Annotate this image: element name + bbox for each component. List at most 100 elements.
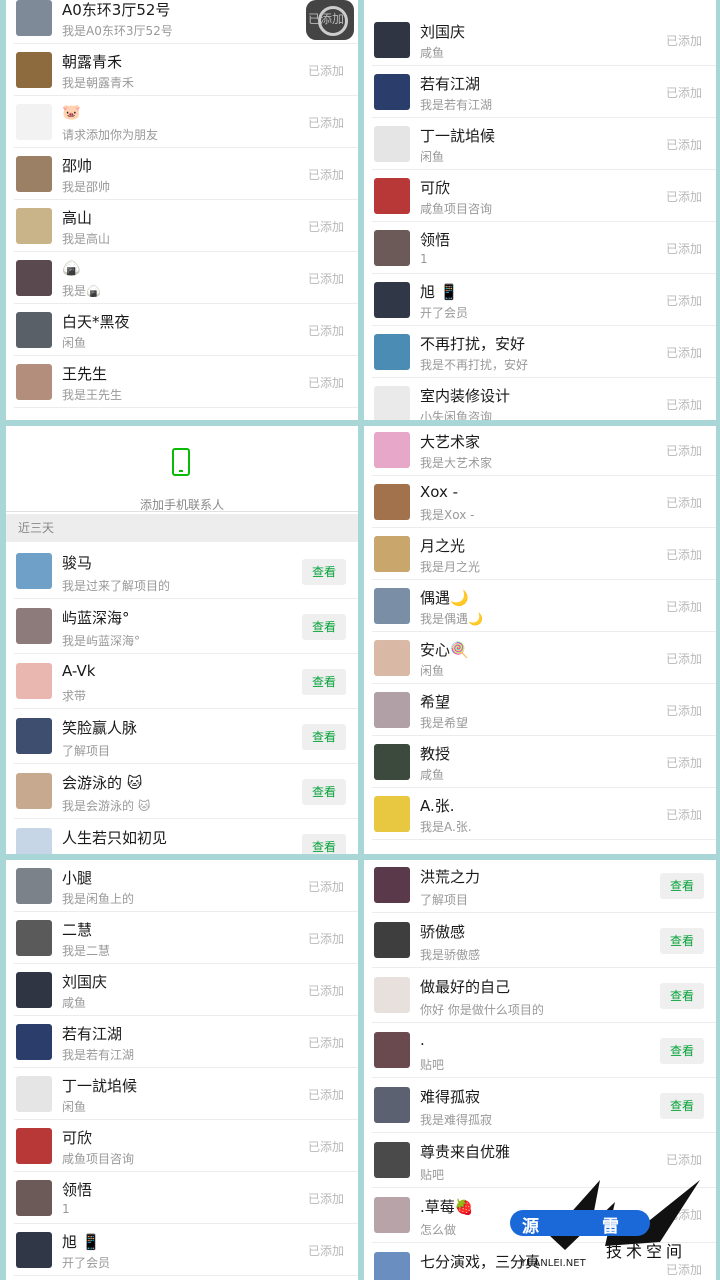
contact-row[interactable]: 屿蓝深海° 我是屿蓝深海° 查看 (6, 599, 358, 654)
avatar[interactable] (16, 718, 52, 754)
avatar[interactable] (16, 553, 52, 589)
contact-row[interactable]: 旭 📱 开了会员 已添加 (364, 274, 716, 326)
avatar[interactable] (374, 484, 410, 520)
contact-row[interactable]: 旭 📱 开了会员 已添加 (6, 1224, 358, 1276)
contact-row[interactable]: 若有江湖 我是若有江湖 已添加 (6, 1016, 358, 1068)
contact-row[interactable]: 会游泳的 🐱 我是会游泳的 🐱 查看 (6, 764, 358, 819)
avatar[interactable] (16, 104, 52, 140)
avatar[interactable] (16, 868, 52, 904)
contact-row[interactable]: 二慧 我是二慧 已添加 (6, 912, 358, 964)
contact-row[interactable]: A-Vk 求带 查看 (6, 654, 358, 709)
view-button[interactable]: 查看 (660, 983, 704, 1009)
view-button[interactable]: 查看 (302, 669, 346, 695)
contact-row[interactable]: 刘国庆 咸鱼 已添加 (6, 964, 358, 1016)
avatar[interactable] (374, 867, 410, 903)
avatar[interactable] (374, 334, 410, 370)
contact-row[interactable]: 高山 我是高山 已添加 (6, 200, 358, 252)
avatar[interactable] (16, 312, 52, 348)
avatar[interactable] (374, 386, 410, 420)
contact-row[interactable]: 小腿 我是闲鱼上的 已添加 (6, 860, 358, 912)
avatar[interactable] (374, 692, 410, 728)
avatar[interactable] (16, 1128, 52, 1164)
contact-row[interactable]: 人生若只如初见 查看 (6, 819, 358, 854)
avatar[interactable] (374, 796, 410, 832)
avatar[interactable] (374, 22, 410, 58)
avatar[interactable] (374, 230, 410, 266)
view-button[interactable]: 查看 (660, 928, 704, 954)
avatar[interactable] (374, 536, 410, 572)
contact-row[interactable]: 室内装修设计 小失闲鱼咨询 已添加 (364, 378, 716, 420)
contact-row[interactable]: A0东环3厅52号 我是A0东环3厅52号 已添加 (6, 0, 358, 44)
contact-row[interactable]: . 贴吧 查看 (364, 1023, 716, 1078)
avatar[interactable] (374, 126, 410, 162)
contact-row[interactable]: 月之光 我是月之光 已添加 (364, 528, 716, 580)
contact-row[interactable]: 🍙 我是🍙 已添加 (6, 252, 358, 304)
contact-row[interactable]: Xox - 我是Xox - 已添加 (364, 476, 716, 528)
avatar[interactable] (16, 156, 52, 192)
view-button[interactable]: 查看 (302, 779, 346, 805)
avatar[interactable] (374, 977, 410, 1013)
contact-row[interactable]: 可欣 咸鱼项目咨询 已添加 (6, 1120, 358, 1172)
contact-row[interactable]: 不再打扰，安好 我是不再打扰，安好 已添加 (364, 326, 716, 378)
avatar[interactable] (374, 1252, 410, 1280)
avatar[interactable] (16, 663, 52, 699)
view-button[interactable]: 查看 (302, 724, 346, 750)
contact-row[interactable]: 大艺术家 我是大艺术家 已添加 (364, 426, 716, 476)
avatar[interactable] (374, 74, 410, 110)
avatar[interactable] (16, 208, 52, 244)
contact-row[interactable]: 骄傲感 我是骄傲感 查看 (364, 913, 716, 968)
contact-row[interactable]: 偶遇🌙 我是偶遇🌙 已添加 (364, 580, 716, 632)
avatar[interactable] (16, 364, 52, 400)
contact-row[interactable]: 朝露青禾 我是朝露青禾 已添加 (6, 44, 358, 96)
contact-row[interactable]: 教授 咸鱼 已添加 (364, 736, 716, 788)
contact-row[interactable]: 骏马 我是过来了解项目的 查看 (6, 544, 358, 599)
avatar[interactable] (374, 178, 410, 214)
contact-row[interactable]: 做最好的自己 你好 你是做什么项目的 查看 (364, 968, 716, 1023)
avatar[interactable] (16, 0, 52, 36)
view-button[interactable]: 查看 (660, 1093, 704, 1119)
view-button[interactable]: 查看 (302, 834, 346, 854)
avatar[interactable] (16, 52, 52, 88)
avatar[interactable] (374, 1087, 410, 1123)
avatar[interactable] (16, 920, 52, 956)
contact-row[interactable]: 希望 我是希望 已添加 (364, 684, 716, 736)
contact-row[interactable]: 领悟 1 已添加 (6, 1172, 358, 1224)
avatar[interactable] (16, 972, 52, 1008)
avatar[interactable] (374, 1197, 410, 1233)
avatar[interactable] (374, 922, 410, 958)
avatar[interactable] (16, 1076, 52, 1112)
contact-row[interactable]: 领悟 1 已添加 (364, 222, 716, 274)
view-button[interactable]: 查看 (660, 873, 704, 899)
avatar[interactable] (16, 828, 52, 854)
avatar[interactable] (374, 1142, 410, 1178)
contact-row[interactable]: 🐷 请求添加你为朋友 已添加 (6, 96, 358, 148)
avatar[interactable] (16, 773, 52, 809)
contact-row[interactable]: 邵帅 我是邵帅 已添加 (6, 148, 358, 200)
avatar[interactable] (16, 260, 52, 296)
avatar[interactable] (16, 1232, 52, 1268)
contact-row[interactable]: 王先生 我是王先生 已添加 (6, 356, 358, 408)
view-button[interactable]: 查看 (660, 1038, 704, 1064)
contact-row[interactable]: 丁一訧垖候 闲鱼 已添加 (364, 118, 716, 170)
contact-row[interactable]: 白天*黑夜 闲鱼 已添加 (6, 304, 358, 356)
contact-row[interactable]: 洪荒之力 了解项目 查看 (364, 860, 716, 913)
avatar[interactable] (16, 1024, 52, 1060)
avatar[interactable] (374, 640, 410, 676)
avatar[interactable] (374, 432, 410, 468)
avatar[interactable] (374, 588, 410, 624)
contact-row[interactable]: 若有江湖 我是若有江湖 已添加 (364, 66, 716, 118)
contact-row[interactable]: 丁一訧垖候 闲鱼 已添加 (6, 1068, 358, 1120)
contact-row[interactable]: 难得孤寂 我是难得孤寂 查看 (364, 1078, 716, 1133)
contact-row[interactable]: 安心🍭 闲鱼 已添加 (364, 632, 716, 684)
add-phone-contacts-button[interactable]: 添加手机联系人 (6, 436, 358, 512)
contact-row[interactable]: 刘国庆 咸鱼 已添加 (364, 14, 716, 66)
contact-row[interactable]: A.张. 我是A.张. 已添加 (364, 788, 716, 840)
view-button[interactable]: 查看 (302, 559, 346, 585)
avatar[interactable] (374, 1032, 410, 1068)
avatar[interactable] (374, 282, 410, 318)
avatar[interactable] (16, 608, 52, 644)
avatar[interactable] (16, 1180, 52, 1216)
contact-row[interactable]: 可欣 咸鱼项目咨询 已添加 (364, 170, 716, 222)
avatar[interactable] (374, 744, 410, 780)
view-button[interactable]: 查看 (302, 614, 346, 640)
